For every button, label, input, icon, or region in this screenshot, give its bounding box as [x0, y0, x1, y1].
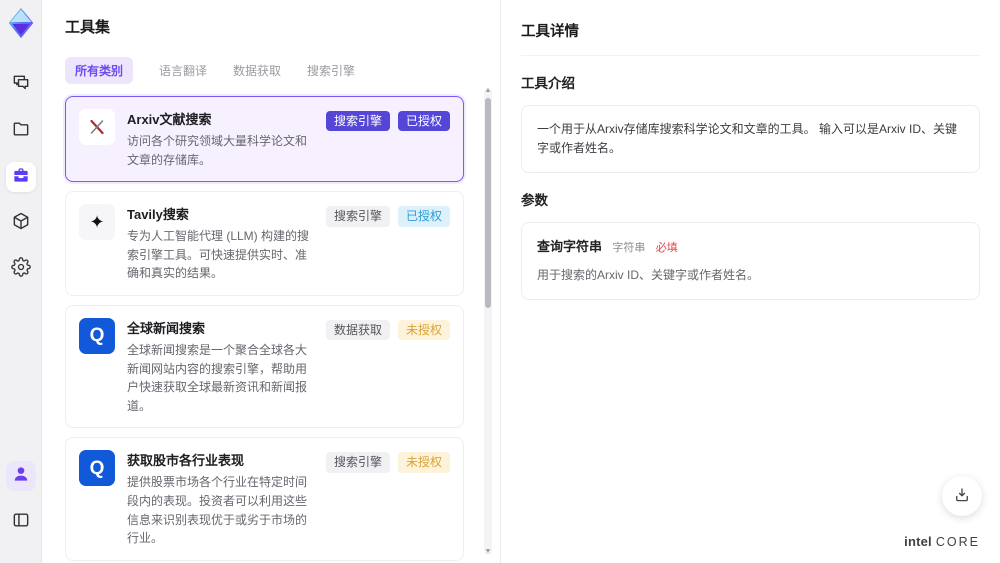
category-tabs: 所有类别 语言翻译 数据获取 搜索引擎 — [65, 57, 476, 84]
person-icon — [11, 464, 31, 489]
auth-status-badge: 未授权 — [397, 319, 450, 341]
tavily-logo-icon: ✦ — [79, 204, 115, 241]
intro-heading: 工具介绍 — [521, 76, 575, 91]
sidebar-item-chat[interactable] — [6, 70, 36, 100]
tool-detail-panel: 工具详情 工具介绍 一个用于从Arxiv存储库搜索科学论文和文章的工具。 输入可… — [500, 0, 1000, 563]
sidebar-item-settings[interactable] — [6, 254, 36, 284]
tool-body: 获取股市各行业表现 提供股票市场各个行业在特定时间段内的表现。投资者可以利用这些… — [127, 450, 314, 547]
list-scrollbar: ▲ ▼ — [484, 86, 492, 557]
tool-badges: 数据获取 未授权 — [325, 318, 450, 341]
tool-description: 访问各个研究领域大量科学论文和文章的存储库。 — [127, 134, 308, 167]
sidebar-item-models[interactable] — [6, 208, 36, 238]
param-required-badge: 必填 — [655, 242, 678, 255]
download-icon — [953, 486, 971, 507]
tab-language-translation[interactable]: 语言翻译 — [159, 57, 207, 84]
scrollbar-thumb[interactable] — [485, 98, 491, 308]
toolbox-icon — [11, 165, 31, 190]
cube-icon — [11, 211, 31, 236]
app-logo-icon — [4, 6, 38, 40]
download-button[interactable] — [942, 476, 982, 516]
tab-all-categories[interactable]: 所有类别 — [65, 57, 134, 84]
param-box: 查询字符串 字符串 必填 用于搜索的Arxiv ID、关键字或作者姓名。 — [521, 222, 980, 301]
q-glyph: Q — [89, 325, 105, 347]
tool-body: Arxiv文献搜索 访问各个研究领域大量科学论文和文章的存储库。 — [127, 109, 314, 169]
param-description: 用于搜索的Arxiv ID、关键字或作者姓名。 — [537, 268, 760, 283]
tool-badges: 搜索引擎 已授权 — [325, 204, 450, 227]
tool-card-global-news[interactable]: Q 全球新闻搜索 全球新闻搜索是一个聚合全球各大新闻网站内容的搜索引擎，帮助用户… — [65, 304, 464, 429]
category-badge: 搜索引擎 — [325, 206, 390, 227]
intel-core-logo: intel CORE — [904, 534, 980, 549]
panel-toggle-icon — [11, 510, 31, 535]
q-glyph: Q — [89, 457, 105, 479]
category-badge: 搜索引擎 — [325, 111, 390, 132]
tool-title: Tavily搜索 — [127, 207, 189, 223]
auth-status-badge: 已授权 — [397, 206, 450, 227]
param-header: 查询字符串 字符串 必填 — [537, 237, 964, 258]
intro-box: 一个用于从Arxiv存储库搜索科学论文和文章的工具。 输入可以是Arxiv ID… — [521, 105, 980, 174]
sidebar-item-tools[interactable] — [5, 162, 36, 192]
tool-card-tavily[interactable]: ✦ Tavily搜索 专为人工智能代理 (LLM) 构建的搜索引擎工具。可快速提… — [65, 191, 464, 296]
scrollbar-up-arrow[interactable]: ▲ — [484, 86, 492, 96]
detail-title: 工具详情 — [521, 20, 980, 56]
tool-title: 全球新闻搜索 — [127, 320, 206, 336]
chat-icon — [11, 73, 31, 98]
category-badge: 搜索引擎 — [325, 452, 390, 473]
tool-badges: 搜索引擎 已授权 — [325, 109, 450, 132]
tool-description: 全球新闻搜索是一个聚合全球各大新闻网站内容的搜索引擎，帮助用户快速获取全球最新资… — [127, 342, 308, 413]
param-type: 字符串 — [612, 242, 646, 255]
core-wordmark: CORE — [935, 535, 980, 549]
stock-tool-logo-icon: Q — [79, 450, 115, 487]
news-search-logo-icon: Q — [79, 317, 115, 354]
tool-title: 获取股市各行业表现 — [127, 453, 245, 469]
tool-description: 专为人工智能代理 (LLM) 构建的搜索引擎工具。可快速提供实时、准确和真实的结… — [127, 229, 310, 281]
tool-list-panel: 工具集 所有类别 语言翻译 数据获取 搜索引擎 Arxiv文献搜索 访问各个研究… — [42, 0, 500, 563]
scrollbar-down-arrow[interactable]: ▼ — [484, 547, 492, 557]
tool-list: Arxiv文献搜索 访问各个研究领域大量科学论文和文章的存储库。 搜索引擎 已授… — [65, 96, 476, 563]
collapse-panel-button[interactable] — [6, 507, 36, 537]
params-heading: 参数 — [521, 193, 548, 209]
tool-body: 全球新闻搜索 全球新闻搜索是一个聚合全球各大新闻网站内容的搜索引擎，帮助用户快速… — [127, 318, 314, 415]
sidebar-item-files[interactable] — [6, 116, 36, 146]
star-glyph: ✦ — [89, 211, 105, 232]
arxiv-logo-icon — [79, 109, 115, 145]
gear-icon — [10, 256, 31, 282]
intel-wordmark: intel — [904, 534, 932, 549]
tool-title: Arxiv文献搜索 — [127, 112, 212, 127]
tool-card-arxiv[interactable]: Arxiv文献搜索 访问各个研究领域大量科学论文和文章的存储库。 搜索引擎 已授… — [65, 96, 464, 183]
auth-status-badge: 已授权 — [397, 111, 450, 132]
tab-search-engine[interactable]: 搜索引擎 — [307, 57, 355, 84]
category-badge: 数据获取 — [325, 319, 390, 341]
user-avatar[interactable] — [5, 461, 36, 491]
tool-description: 提供股票市场各个行业在特定时间段内的表现。投资者可以利用这些信息来识别表现优于或… — [127, 475, 308, 546]
folder-icon — [11, 119, 31, 144]
param-name: 查询字符串 — [537, 239, 603, 255]
tab-data-fetch[interactable]: 数据获取 — [233, 57, 281, 84]
tool-body: Tavily搜索 专为人工智能代理 (LLM) 构建的搜索引擎工具。可快速提供实… — [127, 204, 314, 283]
auth-status-badge: 未授权 — [397, 452, 450, 473]
tool-badges: 搜索引擎 未授权 — [325, 450, 450, 473]
page-title: 工具集 — [65, 19, 111, 36]
tool-card-sector-performance[interactable]: Q 获取股市各行业表现 提供股票市场各个行业在特定时间段内的表现。投资者可以利用… — [65, 437, 464, 561]
nav-rail — [0, 0, 42, 563]
